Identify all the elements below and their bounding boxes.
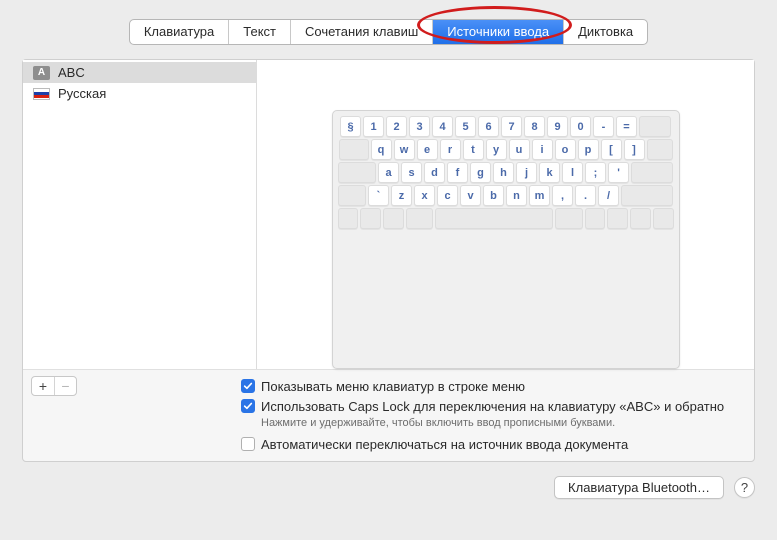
key-o: o	[555, 139, 576, 160]
add-source-button[interactable]: +	[32, 377, 54, 395]
main-panel: A ABC Русская §1234567890-= qwertyuiop[]…	[22, 59, 755, 462]
source-label: ABC	[58, 65, 85, 80]
footer: Клавиатура Bluetooth… ?	[0, 476, 777, 499]
option-capslock[interactable]: Использовать Caps Lock для переключения …	[241, 398, 744, 415]
key-4: 4	[432, 116, 453, 137]
key-j: j	[516, 162, 537, 183]
key-e: e	[417, 139, 438, 160]
key-g: g	[470, 162, 491, 183]
tab-bar: Клавиатура Текст Сочетания клавиш Источн…	[0, 0, 777, 59]
keyboard-preview: §1234567890-= qwertyuiop[] asdfghjkl;' `…	[332, 110, 680, 369]
key-b: b	[483, 185, 504, 206]
key-[: [	[601, 139, 622, 160]
key-q: q	[371, 139, 392, 160]
option-hint: Нажмите и удерживайте, чтобы включить вв…	[261, 417, 744, 429]
key-=: =	[616, 116, 637, 137]
option-label: Автоматически переключаться на источник …	[261, 436, 628, 453]
add-remove-group: + −	[31, 376, 77, 396]
key-.: .	[575, 185, 596, 206]
key-k: k	[539, 162, 560, 183]
key-n: n	[506, 185, 527, 206]
key-§: §	[340, 116, 361, 137]
key-': '	[608, 162, 629, 183]
key-5: 5	[455, 116, 476, 137]
remove-source-button[interactable]: −	[54, 377, 76, 395]
option-auto-switch[interactable]: Автоматически переключаться на источник …	[241, 436, 744, 453]
key-6: 6	[478, 116, 499, 137]
key-u: u	[509, 139, 530, 160]
key-8: 8	[524, 116, 545, 137]
options-stack: Показывать меню клавиатур в строке меню …	[241, 376, 744, 453]
key-r: r	[440, 139, 461, 160]
input-source-list[interactable]: A ABC Русская	[23, 60, 257, 369]
key-t: t	[463, 139, 484, 160]
tab-shortcuts[interactable]: Сочетания клавиш	[291, 20, 433, 44]
key-1: 1	[363, 116, 384, 137]
key-`: `	[368, 185, 389, 206]
checkbox-icon	[241, 379, 255, 393]
key-l: l	[562, 162, 583, 183]
key-a: a	[378, 162, 399, 183]
segmented-tabs: Клавиатура Текст Сочетания клавиш Источн…	[129, 19, 648, 45]
key-i: i	[532, 139, 553, 160]
key-w: w	[394, 139, 415, 160]
key-y: y	[486, 139, 507, 160]
layout-preview: §1234567890-= qwertyuiop[] asdfghjkl;' `…	[257, 60, 754, 369]
latin-a-icon: A	[33, 66, 50, 80]
key-2: 2	[386, 116, 407, 137]
key-x: x	[414, 185, 435, 206]
source-row-abc[interactable]: A ABC	[23, 62, 256, 83]
key-v: v	[460, 185, 481, 206]
key-]: ]	[624, 139, 645, 160]
key-s: s	[401, 162, 422, 183]
key--: -	[593, 116, 614, 137]
bluetooth-keyboard-button[interactable]: Клавиатура Bluetooth…	[554, 476, 724, 499]
ru-flag-icon	[33, 88, 50, 100]
help-button[interactable]: ?	[734, 477, 755, 498]
option-show-menu[interactable]: Показывать меню клавиатур в строке меню	[241, 378, 744, 395]
key-d: d	[424, 162, 445, 183]
key-,: ,	[552, 185, 573, 206]
option-label: Показывать меню клавиатур в строке меню	[261, 378, 525, 395]
key-9: 9	[547, 116, 568, 137]
key-c: c	[437, 185, 458, 206]
key-f: f	[447, 162, 468, 183]
key-h: h	[493, 162, 514, 183]
checkbox-icon	[241, 399, 255, 413]
tab-keyboard[interactable]: Клавиатура	[130, 20, 229, 44]
tab-input-sources[interactable]: Источники ввода	[433, 20, 564, 44]
key-/: /	[598, 185, 619, 206]
key-7: 7	[501, 116, 522, 137]
key-z: z	[391, 185, 412, 206]
tab-text[interactable]: Текст	[229, 20, 291, 44]
option-label: Использовать Caps Lock для переключения …	[261, 398, 724, 415]
key-3: 3	[409, 116, 430, 137]
key-;: ;	[585, 162, 606, 183]
source-row-russian[interactable]: Русская	[23, 83, 256, 104]
key-0: 0	[570, 116, 591, 137]
checkbox-icon	[241, 437, 255, 451]
panel-top: A ABC Русская §1234567890-= qwertyuiop[]…	[23, 60, 754, 370]
tab-dictation[interactable]: Диктовка	[564, 20, 647, 44]
panel-bottom: + − Показывать меню клавиатур в строке м…	[23, 370, 754, 461]
source-label: Русская	[58, 86, 106, 101]
key-p: p	[578, 139, 599, 160]
key-m: m	[529, 185, 550, 206]
